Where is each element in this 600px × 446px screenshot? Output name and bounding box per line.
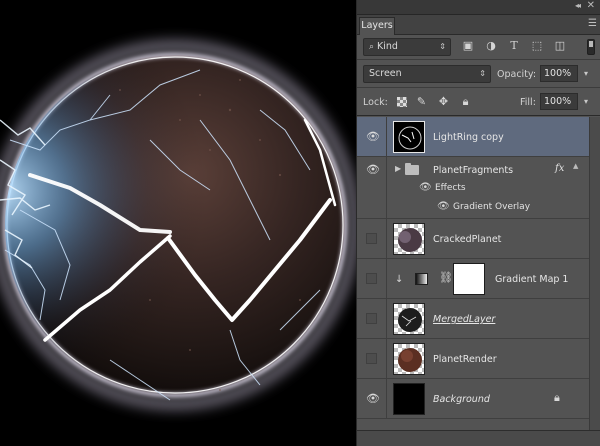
planet-artwork <box>0 35 356 415</box>
opacity-slider-arrow-icon[interactable]: ▾ <box>584 66 588 81</box>
layer-thumbnail <box>393 303 425 335</box>
visibility-cell <box>357 259 387 298</box>
expand-arrow-icon[interactable]: ▶ <box>395 164 401 173</box>
effects-eye-icon[interactable]: 👁︎ <box>419 182 432 193</box>
effects-label: Effects <box>435 183 466 193</box>
layer-name[interactable]: LightRing copy <box>433 132 504 143</box>
layer-row-gradient-map[interactable]: ↓ ⛓︎ Gradient Map 1 <box>357 259 600 299</box>
collapse-effects-icon[interactable]: ▲ <box>573 162 578 170</box>
filter-kind-dropdown[interactable]: ⌕ Kind ⇕ <box>363 38 451 56</box>
opacity-value: 100% <box>544 68 572 79</box>
visibility-toggle-off[interactable] <box>366 233 377 244</box>
visibility-toggle-off[interactable] <box>366 313 377 324</box>
close-panel-icon[interactable]: ✕ <box>587 0 595 11</box>
lock-transparency-icon[interactable] <box>397 97 407 107</box>
layer-list: 👁︎ LightRing copy 👁︎ ▶ PlanetFragments f… <box>357 117 600 430</box>
visibility-cell: 👁︎ <box>357 117 387 156</box>
blend-opacity-bar: Screen ⇕ Opacity: 100% ▾ <box>357 60 600 88</box>
layer-name[interactable]: PlanetFragments <box>433 165 513 176</box>
blend-mode-dropdown[interactable]: Screen ⇕ <box>363 65 491 83</box>
layer-thumbnail <box>393 121 425 153</box>
layer-filter-bar: ⌕ Kind ⇕ ▣ ◑ T ⬚ ◫ <box>357 35 600 60</box>
eye-icon[interactable]: 👁︎ <box>366 164 380 176</box>
panel-menu-icon[interactable]: ☰ <box>588 18 597 29</box>
fill-label: Fill: <box>520 97 536 108</box>
blend-mode-value: Screen <box>369 68 402 79</box>
visibility-toggle-off[interactable] <box>366 273 377 284</box>
fill-slider-arrow-icon[interactable]: ▾ <box>584 94 588 109</box>
tab-layers[interactable]: Layers <box>359 17 395 35</box>
visibility-cell: 👁︎ <box>357 157 387 218</box>
panel-title-bar: ◂◂ ✕ <box>357 0 600 15</box>
layer-row-background[interactable]: 👁︎ Background 🔒︎ <box>357 379 600 419</box>
collapse-panel-icon[interactable]: ◂◂ <box>575 1 581 10</box>
lock-label: Lock: <box>363 97 388 108</box>
layer-row-planetrender[interactable]: PlanetRender <box>357 339 600 379</box>
fill-value: 100% <box>544 96 572 107</box>
document-canvas[interactable] <box>0 0 356 446</box>
layers-panel: ◂◂ ✕ Layers ☰ ⌕ Kind ⇕ ▣ ◑ T ⬚ ◫ Screen ⇕… <box>356 0 600 446</box>
layer-list-scrollbar[interactable] <box>589 117 600 430</box>
image-filter-icon[interactable]: ▣ <box>461 39 475 53</box>
eye-icon[interactable]: 👁︎ <box>366 393 380 405</box>
layer-thumbnail <box>393 343 425 375</box>
gradient-map-adjustment-icon[interactable] <box>415 273 428 285</box>
fill-field[interactable]: 100% ▾ <box>540 93 588 110</box>
folder-icon <box>405 163 419 175</box>
lock-all-icon[interactable]: 🔒︎ <box>459 95 472 108</box>
filter-kind-label: Kind <box>377 41 398 52</box>
lock-icon: 🔒︎ <box>554 391 560 404</box>
fx-icon[interactable]: fx <box>555 163 564 174</box>
search-icon: ⌕ <box>369 42 375 52</box>
layer-name[interactable]: PlanetRender <box>433 354 497 365</box>
panel-footer <box>357 430 600 446</box>
opacity-label: Opacity: <box>497 69 537 80</box>
type-filter-icon[interactable]: T <box>507 39 521 53</box>
eye-icon[interactable]: 👁︎ <box>366 131 380 143</box>
layer-name[interactable]: Gradient Map 1 <box>495 274 568 285</box>
visibility-cell <box>357 339 387 378</box>
clipping-mask-arrow-icon: ↓ <box>395 274 404 285</box>
layer-row-lightring-copy[interactable]: 👁︎ LightRing copy <box>357 117 600 157</box>
lock-fill-bar: Lock: ✎ ✥ 🔒︎ Fill: 100% ▾ <box>357 88 600 116</box>
layer-name[interactable]: CrackedPlanet <box>433 234 501 245</box>
lock-position-move-icon[interactable]: ✥ <box>437 95 450 108</box>
visibility-cell: 👁︎ <box>357 379 387 418</box>
opacity-field[interactable]: 100% ▾ <box>540 65 588 82</box>
layer-thumbnail <box>393 383 425 415</box>
dropdown-arrow-icon: ⇕ <box>439 42 446 51</box>
lock-image-brush-icon[interactable]: ✎ <box>415 95 428 108</box>
link-chain-icon[interactable]: ⛓︎ <box>439 271 453 284</box>
visibility-cell <box>357 219 387 258</box>
layer-name[interactable]: MergedLayer <box>433 314 495 325</box>
layer-row-planetfragments-group[interactable]: 👁︎ ▶ PlanetFragments fx ▲ 👁︎ Effects 👁︎ … <box>357 157 600 219</box>
smart-object-filter-icon[interactable]: ◫ <box>553 39 567 53</box>
layer-mask-thumbnail[interactable] <box>453 263 485 295</box>
effect-gradient-overlay[interactable]: Gradient Overlay <box>453 202 530 212</box>
shape-filter-icon[interactable]: ⬚ <box>530 39 544 53</box>
adjustment-filter-icon[interactable]: ◑ <box>484 39 498 53</box>
filter-toggle[interactable] <box>587 39 595 55</box>
dropdown-arrow-icon: ⇕ <box>479 69 486 78</box>
visibility-cell <box>357 299 387 338</box>
visibility-toggle-off[interactable] <box>366 353 377 364</box>
layer-row-mergedlayer[interactable]: MergedLayer <box>357 299 600 339</box>
layer-name[interactable]: Background <box>433 394 490 405</box>
panel-tab-row: Layers ☰ <box>357 15 600 35</box>
gradient-overlay-eye-icon[interactable]: 👁︎ <box>437 201 450 212</box>
layer-thumbnail <box>393 223 425 255</box>
layer-row-crackedplanet[interactable]: CrackedPlanet <box>357 219 600 259</box>
